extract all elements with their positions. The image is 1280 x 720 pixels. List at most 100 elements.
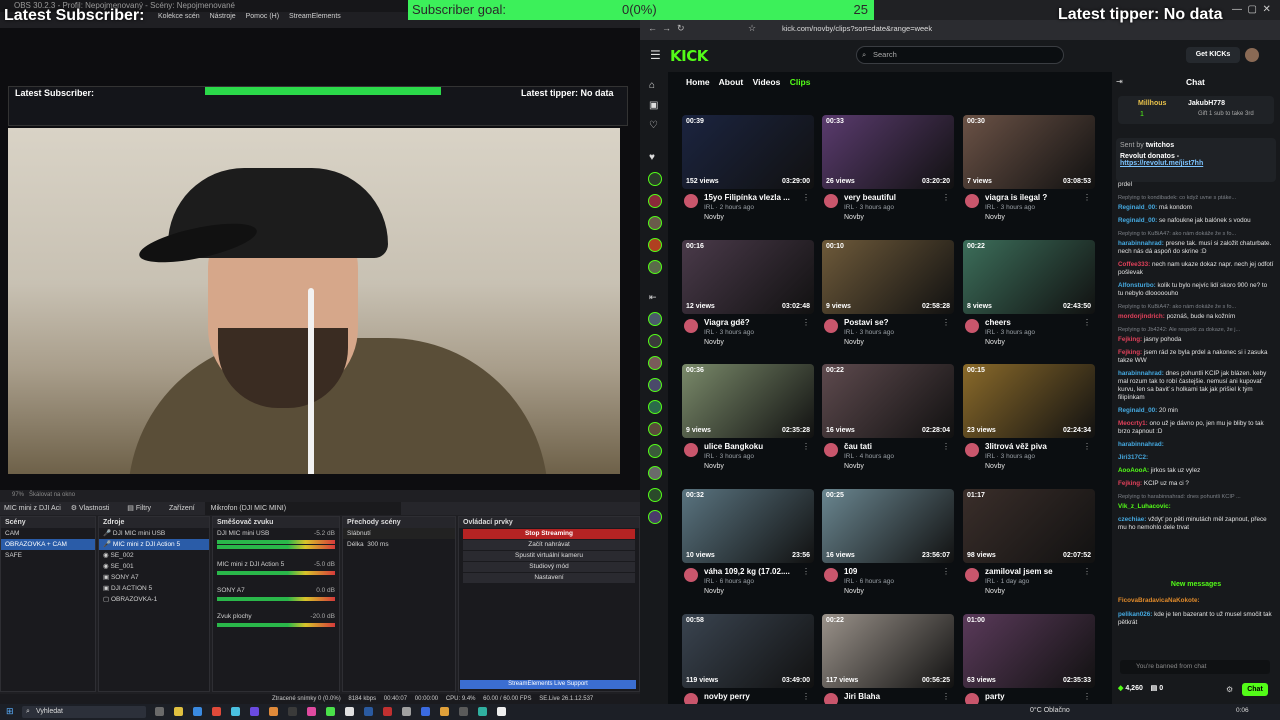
clip-channel[interactable]: Novby: [844, 339, 864, 346]
clip-title[interactable]: Viagra gdě?: [704, 318, 750, 327]
more-options-icon[interactable]: ⋮: [942, 567, 950, 576]
avatar[interactable]: [965, 194, 979, 208]
channel-avatar[interactable]: [648, 260, 662, 274]
tab-clips[interactable]: Clips: [790, 77, 811, 87]
back-icon[interactable]: ←: [648, 23, 657, 33]
chat-message[interactable]: harabinnahrad:: [1118, 441, 1274, 449]
chat-message[interactable]: mordorjindrich: poznáš, bude na kožním: [1118, 313, 1274, 321]
chat-message[interactable]: harabinnahrad: presne tak. musí si založ…: [1118, 240, 1274, 256]
chat-send-button[interactable]: Chat: [1242, 683, 1268, 696]
channel-avatar[interactable]: [648, 172, 662, 186]
clip-thumbnail[interactable]: 00:25 16 views 23:56:07: [822, 489, 954, 563]
channel-avatar[interactable]: [648, 334, 662, 348]
volume-meter[interactable]: [217, 597, 335, 601]
chat-message[interactable]: Reginald_00: 20 min: [1118, 407, 1274, 415]
more-options-icon[interactable]: ⋮: [942, 193, 950, 202]
transition-select[interactable]: Slábnutí: [343, 528, 455, 539]
chat-message[interactable]: Vik_z_Luhacovic:: [1118, 503, 1274, 511]
studio-mode-button[interactable]: Studiový mód: [463, 562, 635, 572]
search-input[interactable]: ⌕ Search: [856, 46, 1064, 64]
scene-item[interactable]: OBRAZOVKA + CAM: [1, 539, 95, 550]
clip-thumbnail[interactable]: 01:00 63 views 02:35:33: [963, 614, 1095, 688]
clip-title[interactable]: cheers: [985, 318, 1011, 327]
clip-thumbnail[interactable]: 01:17 98 views 02:07:52: [963, 489, 1095, 563]
heart-icon[interactable]: ♥: [649, 152, 655, 163]
clip-channel[interactable]: Novby: [704, 339, 724, 346]
explorer-icon[interactable]: [174, 707, 183, 716]
clip-card[interactable]: 00:22 16 views 02:28:04 čau tati IRL · 4 hou…: [822, 364, 954, 482]
more-options-icon[interactable]: ⋮: [802, 318, 810, 327]
taskbar-search[interactable]: ⌕ Vyhledat: [22, 706, 146, 718]
device-select[interactable]: Mikrofon (DJI MIC MINI): [204, 502, 401, 515]
clip-title[interactable]: Postavi se?: [844, 318, 888, 327]
clip-channel[interactable]: Novby: [985, 339, 1005, 346]
clip-channel[interactable]: Novby: [704, 214, 724, 221]
clip-thumbnail[interactable]: 00:30 7 views 03:08:53: [963, 115, 1095, 189]
window-controls[interactable]: — ▢ ✕: [1232, 4, 1271, 15]
app-icon[interactable]: [307, 707, 316, 716]
start-recording-button[interactable]: Začít nahrávat: [463, 540, 635, 550]
app-icon[interactable]: [459, 707, 468, 716]
chat-message[interactable]: Reginald_00: má kondom: [1118, 204, 1274, 212]
clip-card[interactable]: 00:30 7 views 03:08:53 viagra is ilegal ? IR…: [963, 115, 1095, 233]
avatar[interactable]: [965, 443, 979, 457]
channel-avatar[interactable]: [648, 378, 662, 392]
channel-avatar[interactable]: [648, 488, 662, 502]
clip-card[interactable]: 00:16 12 views 03:02:48 Viagra gdě? IRL · 3 …: [682, 240, 814, 358]
chat-message[interactable]: Meocrty1: ono už je dávno po, jen mu je …: [1118, 420, 1274, 436]
more-options-icon[interactable]: ⋮: [942, 692, 950, 701]
source-item[interactable]: ▣ SONY A7: [99, 572, 209, 583]
clock[interactable]: 0:06: [1236, 707, 1249, 714]
more-options-icon[interactable]: ⋮: [802, 193, 810, 202]
clip-channel[interactable]: Novby: [844, 463, 864, 470]
clip-card[interactable]: 00:32 10 views 23:56 váha 109,2 kg (17.02..…: [682, 489, 814, 607]
more-options-icon[interactable]: ⋮: [1083, 193, 1091, 202]
chat-message[interactable]: Fejking: KCIP uz ma ci ?: [1118, 480, 1274, 488]
chat-message[interactable]: Reginald_00: se nafoukne jak balónek s v…: [1118, 217, 1274, 225]
avatar[interactable]: [684, 319, 698, 333]
more-options-icon[interactable]: ⋮: [1083, 692, 1091, 701]
more-options-icon[interactable]: ⋮: [802, 567, 810, 576]
clip-channel[interactable]: Novby: [704, 463, 724, 470]
gear-icon[interactable]: ⚙: [1226, 685, 1233, 694]
menu-scene-collection[interactable]: Kolekce scén: [158, 13, 200, 20]
chat-message[interactable]: Coffee333: nech nam ukaze dokaz napr. ne…: [1118, 261, 1274, 277]
clip-title[interactable]: viagra is ilegal ?: [985, 193, 1047, 202]
scene-item[interactable]: SAFE: [1, 550, 95, 561]
chat-message[interactable]: prdel: [1118, 181, 1274, 189]
chrome-icon[interactable]: [212, 707, 221, 716]
tab-videos[interactable]: Videos: [753, 77, 781, 87]
avatar[interactable]: [965, 568, 979, 582]
pinned-message[interactable]: Sent by twitchos Revolut donatos - https…: [1116, 138, 1276, 182]
menu-icon[interactable]: ☰: [650, 48, 661, 62]
more-options-icon[interactable]: ⋮: [1083, 567, 1091, 576]
settings-button[interactable]: Nastavení: [463, 573, 635, 583]
app-icon[interactable]: [288, 707, 297, 716]
clip-card[interactable]: 01:17 98 views 02:07:52 zamilovaI jsem se IR…: [963, 489, 1095, 607]
chat-message[interactable]: czechiae: vždyť po pěti minutách měl zap…: [1118, 516, 1274, 532]
clip-card[interactable]: 00:33 26 views 03:20:20 very beautiful IRL ·…: [822, 115, 954, 233]
more-options-icon[interactable]: ⋮: [942, 442, 950, 451]
channel-avatar[interactable]: [648, 216, 662, 230]
chat-message[interactable]: Fejking: jsem rád ze byla prdel a nakone…: [1118, 349, 1274, 365]
home-icon[interactable]: ⌂: [649, 80, 655, 91]
obs-icon[interactable]: [383, 707, 392, 716]
clip-title[interactable]: party: [985, 692, 1005, 701]
avatar[interactable]: [684, 568, 698, 582]
get-kicks-button[interactable]: Get KICKs: [1186, 47, 1240, 63]
bookmark-icon[interactable]: ☆: [748, 23, 756, 34]
app-icon[interactable]: [250, 707, 259, 716]
volume-meter[interactable]: [217, 623, 335, 627]
volume-meter[interactable]: [217, 545, 335, 549]
app-icon[interactable]: [497, 707, 506, 716]
clip-thumbnail[interactable]: 00:16 12 views 03:02:48: [682, 240, 814, 314]
clip-channel[interactable]: Novby: [844, 588, 864, 595]
clip-channel[interactable]: Novby: [844, 214, 864, 221]
app-icon[interactable]: [440, 707, 449, 716]
start-icon[interactable]: ⊞: [6, 706, 14, 717]
channel-avatar[interactable]: [648, 510, 662, 524]
clip-thumbnail[interactable]: 00:32 10 views 23:56: [682, 489, 814, 563]
channel-avatar[interactable]: [648, 422, 662, 436]
clip-title[interactable]: 3litrová věž piva: [985, 442, 1047, 451]
avatar[interactable]: [965, 319, 979, 333]
